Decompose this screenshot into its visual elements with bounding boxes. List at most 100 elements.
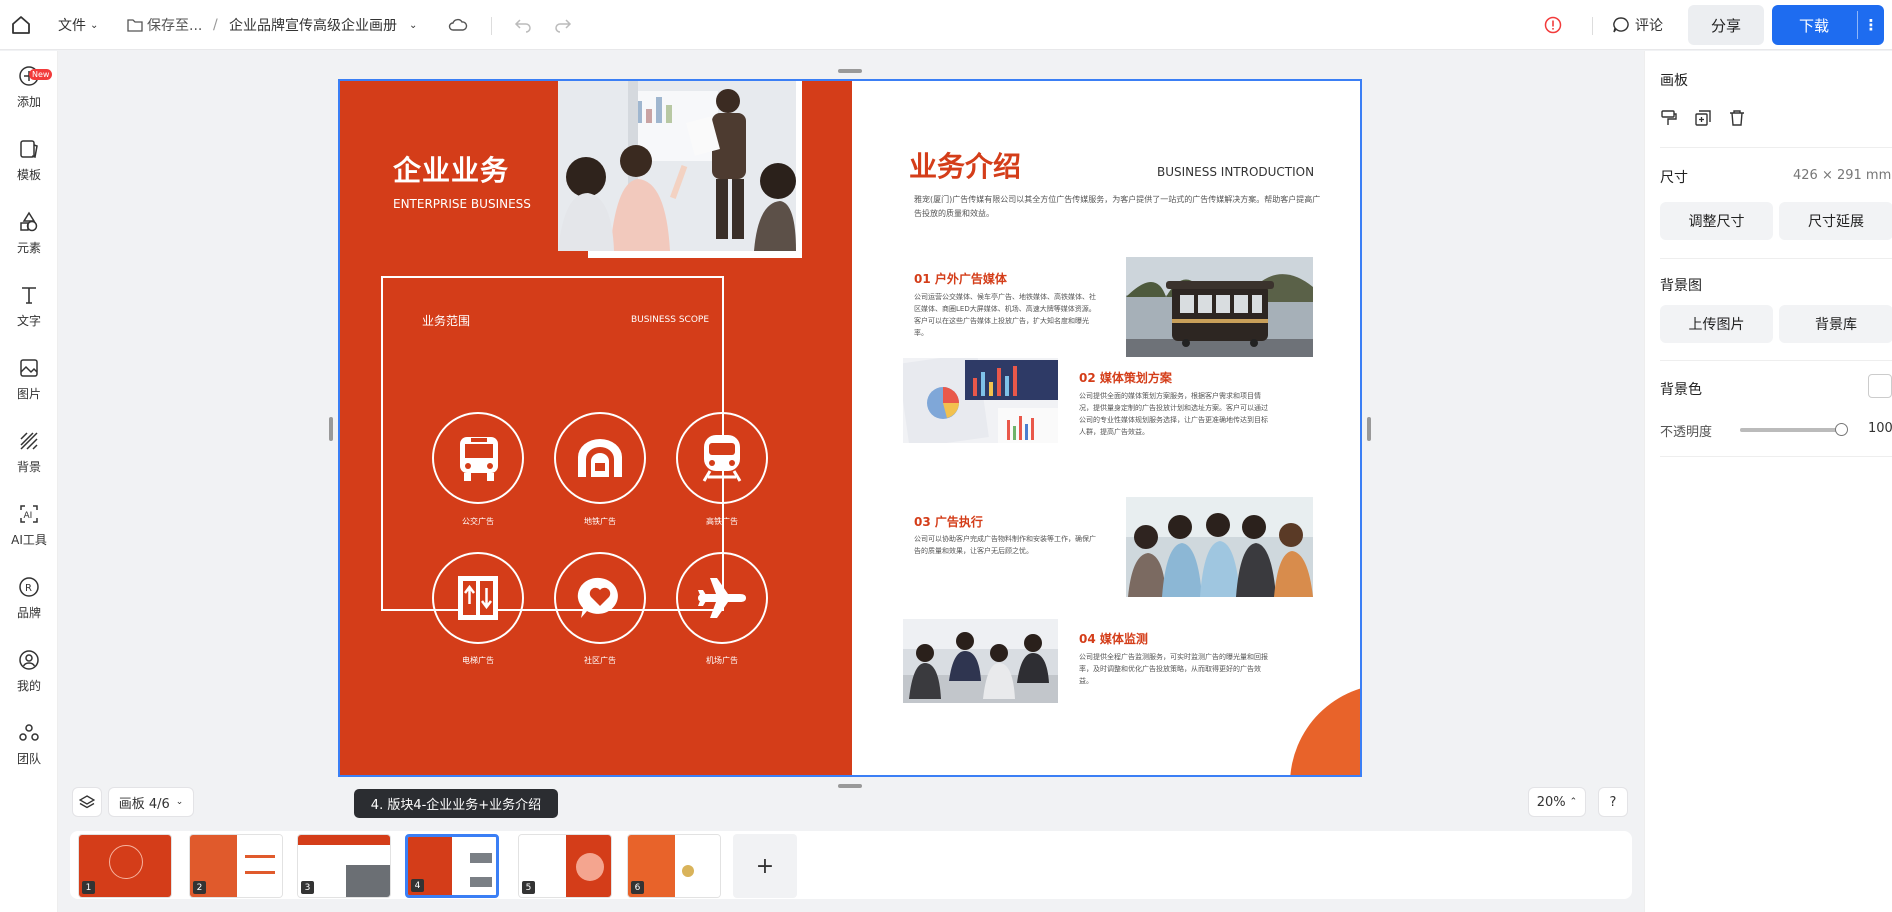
share-button[interactable]: 分享 <box>1688 5 1764 45</box>
folder-icon <box>127 19 143 32</box>
undo-icon[interactable] <box>514 0 532 50</box>
team-photo <box>1126 497 1313 597</box>
comment-label: 评论 <box>1635 18 1663 34</box>
left-panel: 企业业务 ENTERPRISE BUSINESS 业务范围 BUSINESS S… <box>340 81 852 775</box>
page-thumbnail-6[interactable]: 6 <box>627 834 721 898</box>
upload-label: 上传图片 <box>1688 317 1745 333</box>
sidebar-item-team[interactable]: 团队 <box>0 708 58 774</box>
text-icon <box>22 287 36 304</box>
sidebar-item-ai-tools[interactable]: AI AI工具 <box>0 489 58 555</box>
thumbnail-number: 1 <box>82 881 95 894</box>
team-icon <box>19 724 39 741</box>
sidebar-item-label: 模板 <box>16 168 41 182</box>
sidebar-item-image[interactable]: 图片 <box>0 343 58 409</box>
bg-color-label: 背景色 <box>1660 382 1702 398</box>
document-title-text: 企业品牌宣传高级企业画册 <box>229 18 397 34</box>
meeting-photo <box>903 619 1058 703</box>
scope-item-label: 机场广告 <box>706 656 738 665</box>
format-painter-icon[interactable] <box>1660 109 1678 127</box>
elements-icon <box>20 211 38 232</box>
download-more-icon[interactable]: ⋮ <box>1858 5 1884 45</box>
train-icon <box>702 435 742 482</box>
layers-button[interactable] <box>72 787 102 817</box>
opacity-slider[interactable] <box>1740 423 1848 436</box>
page-thumbnail-5[interactable]: 5 <box>518 834 612 898</box>
file-menu-label: 文件 <box>58 18 86 34</box>
section-title: 04 媒体监测 <box>1079 632 1148 646</box>
sidebar-item-template[interactable]: 模板 <box>0 124 58 190</box>
heart-chat-icon <box>577 577 618 618</box>
chevron-expand-icon: ⌄ <box>175 797 184 807</box>
bg-color-swatch[interactable] <box>1868 374 1892 398</box>
board-indicator[interactable]: 画板 4/6 ⌄ <box>108 787 194 817</box>
brand-icon: R <box>19 577 39 597</box>
sidebar-item-brand[interactable]: R 品牌 <box>0 562 58 628</box>
sidebar-item-label: 图片 <box>16 387 41 401</box>
sidebar-item-add[interactable]: New 添加 <box>0 51 58 117</box>
resize-handle-right[interactable] <box>1367 417 1371 441</box>
alert-icon[interactable] <box>1544 0 1562 50</box>
intro-text: 雅宠(厦门)广告传媒有限公司以其全方位广告传媒服务，为客户提供了一站式的广告传媒… <box>914 195 1321 218</box>
sidebar-item-text[interactable]: 文字 <box>0 270 58 336</box>
delete-icon[interactable] <box>1728 109 1746 127</box>
thumbnail-number: 5 <box>522 881 535 894</box>
file-menu[interactable]: 文件 ⌄ <box>58 0 98 50</box>
scope-en: BUSINESS SCOPE <box>631 315 710 325</box>
upload-image-button[interactable]: 上传图片 <box>1660 305 1773 343</box>
comment-icon <box>1613 17 1629 33</box>
redo-icon[interactable] <box>554 0 572 50</box>
svg-text:R: R <box>25 583 32 594</box>
tram-photo <box>1126 257 1313 357</box>
background-icon <box>20 432 38 450</box>
add-page-button[interactable]: + <box>733 834 797 898</box>
sidebar-item-label: 元素 <box>16 241 41 255</box>
size-extend-button[interactable]: 尺寸延展 <box>1779 202 1892 240</box>
comment-button[interactable]: 评论 <box>1612 0 1663 50</box>
bg-library-label: 背景库 <box>1815 317 1857 333</box>
size-extend-label: 尺寸延展 <box>1808 214 1864 230</box>
sidebar-item-mine[interactable]: 我的 <box>0 635 58 701</box>
zoom-control[interactable]: 20% ⌃ <box>1528 787 1586 817</box>
resize-handle-bottom[interactable] <box>838 784 862 788</box>
resize-handle-top[interactable] <box>838 69 862 73</box>
help-button[interactable]: ? <box>1598 787 1628 817</box>
opacity-slider-knob[interactable] <box>1835 423 1848 436</box>
page-thumbnail-4-active[interactable]: 4 <box>405 834 499 898</box>
duplicate-icon[interactable] <box>1694 109 1712 127</box>
resize-handle-left[interactable] <box>329 417 333 441</box>
left-sidebar: New 添加 模板 元素 文字 图片 背景 AI AI工具 R 品牌 我的 团队 <box>0 51 58 912</box>
template-icon <box>20 140 38 158</box>
layers-icon <box>79 795 95 809</box>
orange-corner-shape <box>1290 684 1360 775</box>
save-location[interactable]: 保存至... <box>127 0 202 50</box>
left-subtitle: ENTERPRISE BUSINESS <box>393 197 531 211</box>
section-title: 01 户外广告媒体 <box>914 272 1007 286</box>
cloud-sync-icon[interactable] <box>448 0 468 50</box>
chevron-up-icon: ⌃ <box>1569 797 1578 807</box>
page-thumbnail-1[interactable]: 1 <box>78 834 172 898</box>
bus-icon <box>460 437 498 481</box>
sidebar-item-label: 文字 <box>16 314 41 328</box>
artboard[interactable]: 企业业务 ENTERPRISE BUSINESS 业务范围 BUSINESS S… <box>338 79 1362 777</box>
download-button[interactable]: 下载 ⋮ <box>1772 5 1884 45</box>
sidebar-item-label: 团队 <box>16 752 41 766</box>
sidebar-item-elements[interactable]: 元素 <box>0 197 58 263</box>
bg-library-button[interactable]: 背景库 <box>1779 305 1892 343</box>
page-thumbnail-3[interactable]: 3 <box>297 834 391 898</box>
sidebar-item-label: 品牌 <box>16 606 41 620</box>
sidebar-item-background[interactable]: 背景 <box>0 416 58 482</box>
home-icon[interactable] <box>10 0 36 50</box>
user-icon <box>19 650 39 670</box>
ai-tools-icon: AI <box>20 505 38 523</box>
size-value: 426 × 291 mm <box>1793 168 1892 183</box>
page-thumbnail-2[interactable]: 2 <box>189 834 283 898</box>
right-en: BUSINESS INTRODUCTION <box>1157 165 1315 179</box>
thumbnail-tooltip: 4. 版块4-企业业务+业务介绍 <box>354 789 558 818</box>
resize-button[interactable]: 调整尺寸 <box>1660 202 1773 240</box>
document-title[interactable]: 企业品牌宣传高级企业画册 ⌄ <box>229 0 417 50</box>
metro-tunnel-icon <box>578 439 622 477</box>
scope-item-label: 社区广告 <box>584 656 616 665</box>
section-text: 公司提供全程广告监测服务，可实时监测广告的曝光量和回报率，及时调整和优化广告投放… <box>1079 653 1268 685</box>
svg-text:AI: AI <box>24 511 33 521</box>
scope-item-label: 地铁广告 <box>584 517 616 526</box>
